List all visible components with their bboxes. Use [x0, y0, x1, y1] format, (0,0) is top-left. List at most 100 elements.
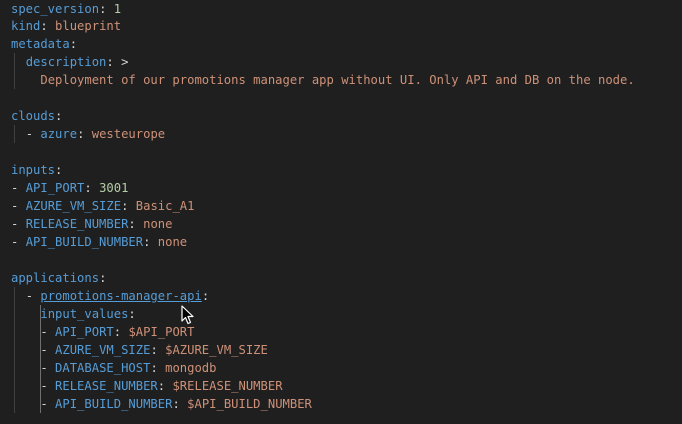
yaml-value: blueprint [55, 19, 122, 33]
yaml-key: metadata [11, 37, 70, 51]
arrow-pointer-icon [181, 305, 194, 325]
colon: : [150, 343, 158, 357]
indent-guide [14, 71, 15, 89]
indent-guide [14, 323, 15, 341]
colon: : [69, 37, 78, 51]
colon: : [172, 397, 180, 411]
yaml-key: inputs [11, 163, 56, 177]
code-line: - RELEASE_NUMBER: $RELEASE_NUMBER [11, 377, 283, 395]
yaml-key: spec_version [11, 2, 100, 16]
colon: : [150, 361, 158, 375]
yaml-value: 3001 [99, 181, 129, 195]
colon: : [121, 199, 129, 213]
yaml-key: promotions-manager-api [40, 289, 202, 303]
yaml-key: azure [40, 127, 78, 141]
code-line: applications: [11, 269, 106, 287]
yaml-value: $API_BUILD_NUMBER [187, 397, 312, 411]
colon: : [128, 307, 136, 321]
yaml-block-text: Deployment of our promotions manager app… [40, 73, 635, 87]
yaml-value: > [121, 55, 129, 69]
list-dash: - [25, 127, 34, 141]
colon: : [84, 181, 92, 195]
colon: : [157, 379, 166, 393]
yaml-value: $API_PORT [128, 325, 195, 339]
indent-guide [14, 359, 15, 377]
colon: : [40, 19, 48, 33]
code-line: spec_version: 1 [11, 0, 121, 18]
yaml-value: none [157, 235, 188, 249]
yaml-value: 1 [113, 2, 122, 16]
list-dash: - [11, 217, 19, 231]
code-line: - AZURE_VM_SIZE: $AZURE_VM_SIZE [11, 341, 268, 359]
colon: : [77, 127, 85, 141]
yaml-value: westeurope [91, 127, 166, 141]
code-line: - AZURE_VM_SIZE: Basic_A1 [11, 197, 194, 215]
code-line: description: > [11, 53, 128, 71]
yaml-key: RELEASE_NUMBER [55, 379, 158, 393]
code-line: - API_PORT: 3001 [11, 179, 128, 197]
colon: : [106, 55, 114, 69]
code-line: kind: blueprint [11, 17, 121, 35]
indent-guide [40, 377, 41, 395]
code-editor[interactable]: spec_version: 1 kind: blueprint metadata… [0, 0, 682, 424]
indent-guide [40, 359, 41, 377]
colon: : [99, 2, 107, 16]
list-dash: - [11, 181, 19, 195]
indent-guide [14, 305, 15, 323]
list-dash: - [40, 343, 48, 357]
yaml-key: API_PORT [55, 325, 114, 339]
yaml-key: API_BUILD_NUMBER [25, 235, 144, 249]
indent-guide [14, 395, 15, 413]
yaml-value: $RELEASE_NUMBER [172, 379, 283, 393]
yaml-key: API_PORT [25, 181, 85, 195]
colon: : [128, 217, 136, 231]
yaml-key: input_values [40, 307, 129, 321]
yaml-key: API_BUILD_NUMBER [55, 397, 173, 411]
colon: : [201, 289, 210, 303]
code-line: inputs: [11, 161, 62, 179]
code-line: - RELEASE_NUMBER: none [11, 215, 172, 233]
code-line: - azure: westeurope [11, 125, 165, 143]
yaml-key: clouds [11, 109, 56, 123]
yaml-value: Basic_A1 [135, 199, 195, 213]
indent-guide [40, 341, 41, 359]
code-line: - API_PORT: $API_PORT [11, 323, 194, 341]
list-dash: - [40, 397, 48, 411]
indent-guide [40, 395, 41, 413]
code-line: metadata: [11, 35, 77, 53]
colon: : [143, 235, 151, 249]
list-dash: - [11, 199, 19, 213]
yaml-key: AZURE_VM_SIZE [25, 199, 122, 213]
yaml-value: $AZURE_VM_SIZE [165, 343, 268, 357]
yaml-key: kind [11, 19, 41, 33]
yaml-key: description [25, 55, 107, 69]
colon: : [55, 163, 63, 177]
code-line: - promotions-manager-api: [11, 287, 209, 305]
indent-guide [40, 305, 41, 323]
code-line: - API_BUILD_NUMBER: none [11, 233, 187, 251]
colon: : [113, 325, 122, 339]
colon: : [99, 271, 107, 285]
indent-guide [14, 341, 15, 359]
indent-guide [40, 323, 41, 341]
yaml-key: applications [11, 271, 100, 285]
yaml-value: none [143, 217, 173, 231]
indent-guide [14, 53, 15, 71]
code-line: input_values: [11, 305, 136, 323]
code-line: clouds: [11, 107, 62, 125]
code-line: - API_BUILD_NUMBER: $API_BUILD_NUMBER [11, 395, 312, 413]
list-dash: - [11, 235, 19, 249]
list-dash: - [25, 289, 34, 303]
list-dash: - [40, 379, 48, 393]
list-dash: - [40, 361, 48, 375]
indent-guide [14, 125, 15, 143]
yaml-key: AZURE_VM_SIZE [55, 343, 151, 357]
yaml-value: mongodb [165, 361, 217, 375]
yaml-key: DATABASE_HOST [55, 361, 151, 375]
yaml-key: RELEASE_NUMBER [25, 217, 129, 231]
indent-guide [14, 377, 15, 395]
code-line: Deployment of our promotions manager app… [11, 71, 635, 89]
code-line: - DATABASE_HOST: mongodb [11, 359, 217, 377]
list-dash: - [40, 325, 48, 339]
colon: : [55, 109, 63, 123]
